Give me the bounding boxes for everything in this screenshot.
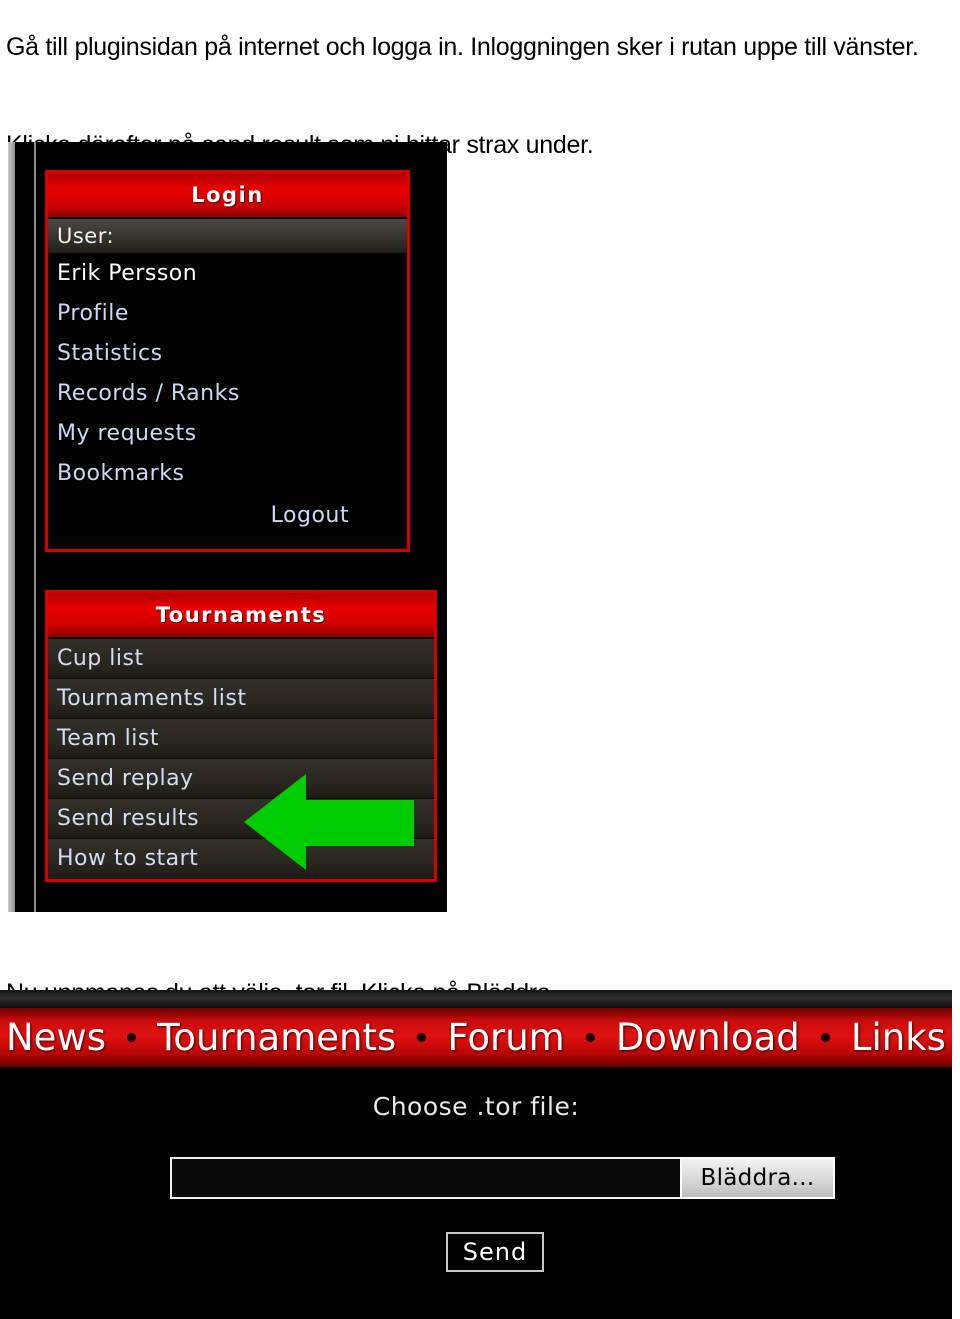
tournaments-panel-header: Tournaments xyxy=(48,593,434,639)
login-panel-title: Login xyxy=(191,183,264,207)
tournaments-panel: Tournaments Cup list Tournaments list Te… xyxy=(45,590,437,882)
sidebar-item-label: Profile xyxy=(57,300,129,326)
login-panel: Login User: Erik Persson Profile Statist… xyxy=(45,170,410,552)
browse-button[interactable]: Bläddra... xyxy=(680,1157,835,1199)
sidebar-item-label: Records / Ranks xyxy=(57,380,240,406)
sidebar-item-my-requests[interactable]: My requests xyxy=(48,413,407,453)
sidebar-item-label: Cup list xyxy=(57,646,144,671)
sidebar-item-how-to-start[interactable]: How to start xyxy=(48,839,434,879)
username-row: Erik Persson xyxy=(48,253,407,293)
login-panel-body: User: Erik Persson Profile Statistics Re… xyxy=(48,219,407,537)
nav-separator-dot-icon xyxy=(417,1033,427,1042)
instruction-paragraph-1: Gå till pluginsidan på internet och logg… xyxy=(6,33,919,61)
file-path-input[interactable] xyxy=(170,1157,680,1199)
sidebar-item-bookmarks[interactable]: Bookmarks xyxy=(48,453,407,493)
nav-separator-dot-icon xyxy=(127,1033,137,1042)
nav-item-news[interactable]: News xyxy=(6,1016,106,1059)
login-panel-header: Login xyxy=(48,173,407,219)
nav-item-forum[interactable]: Forum xyxy=(447,1016,564,1059)
sidebar-item-label: Statistics xyxy=(57,340,163,366)
nav-separator-dot-icon xyxy=(585,1033,595,1042)
sidebar-item-profile[interactable]: Profile xyxy=(48,293,407,333)
sidebar-item-records-ranks[interactable]: Records / Ranks xyxy=(48,373,407,413)
page-top-strip xyxy=(0,990,952,1008)
sidebar-screenshot: Login User: Erik Persson Profile Statist… xyxy=(8,142,447,912)
sidebar-item-team-list[interactable]: Team list xyxy=(48,719,434,759)
page-edge-divider xyxy=(34,142,36,912)
main-navigation-bar: News Tournaments Forum Download Links xyxy=(0,1008,952,1067)
tournaments-panel-title: Tournaments xyxy=(155,603,327,627)
choose-file-label: Choose .tor file: xyxy=(372,1092,580,1121)
sidebar-item-tournaments-list[interactable]: Tournaments list xyxy=(48,679,434,719)
nav-item-tournaments[interactable]: Tournaments xyxy=(157,1016,396,1059)
browser-scrollbar-strip[interactable] xyxy=(8,142,15,912)
sidebar-item-label: Send replay xyxy=(57,766,194,791)
sidebar-item-label: Send results xyxy=(57,806,200,831)
tournaments-panel-body: Cup list Tournaments list Team list Send… xyxy=(48,639,434,879)
sidebar-item-label: How to start xyxy=(57,846,199,871)
sidebar-item-label: My requests xyxy=(57,420,197,446)
logout-link[interactable]: Logout xyxy=(48,493,407,537)
nav-item-download[interactable]: Download xyxy=(616,1016,800,1059)
sidebar-item-send-replay[interactable]: Send replay xyxy=(48,759,434,799)
file-picker-row: Bläddra... xyxy=(170,1157,835,1199)
logout-label: Logout xyxy=(270,502,349,528)
user-label-row: User: xyxy=(48,219,407,253)
username-value: Erik Persson xyxy=(57,260,198,286)
sidebar-item-cup-list[interactable]: Cup list xyxy=(48,639,434,679)
sidebar-item-label: Tournaments list xyxy=(57,686,247,711)
sidebar-item-label: Team list xyxy=(57,726,159,751)
nav-separator-dot-icon xyxy=(820,1033,830,1042)
upload-form: Choose .tor file: Bläddra... xyxy=(0,1067,952,1319)
sidebar-item-send-results[interactable]: Send results xyxy=(48,799,434,839)
user-label: User: xyxy=(57,224,115,248)
send-button[interactable]: Send xyxy=(446,1232,544,1272)
nav-item-links[interactable]: Links xyxy=(851,1016,946,1059)
sidebar-item-label: Bookmarks xyxy=(57,460,185,486)
sidebar-item-statistics[interactable]: Statistics xyxy=(48,333,407,373)
